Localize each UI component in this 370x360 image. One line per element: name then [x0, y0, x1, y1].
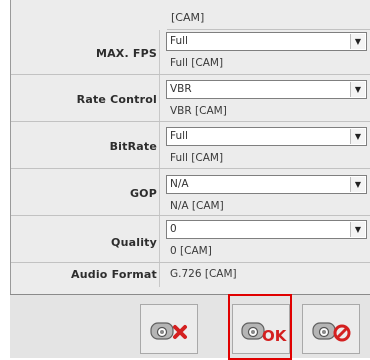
- gop-selected: N/A: [170, 178, 189, 190]
- bitrate-selected: Full: [170, 130, 188, 142]
- row-quality: Quality 0 ▼ 0 [CAM]: [11, 216, 370, 263]
- rate-control-label: Rate Control: [76, 93, 157, 106]
- camera-stop-icon: [312, 322, 351, 342]
- camera-delete-icon: [150, 322, 187, 340]
- ok-button-highlight: [228, 294, 292, 360]
- cancel-button[interactable]: [140, 304, 198, 354]
- gop-select[interactable]: N/A ▼: [166, 175, 367, 194]
- row-separator: [159, 169, 160, 215]
- row-separator: [159, 30, 160, 74]
- audio-format-label: Audio Format: [71, 268, 157, 281]
- chevron-down-icon[interactable]: ▼: [350, 177, 365, 192]
- gop-cam-value: N/A [CAM]: [170, 200, 224, 212]
- chevron-down-icon[interactable]: ▼: [350, 34, 365, 49]
- max-fps-select[interactable]: Full ▼: [166, 32, 367, 51]
- row-max-fps: MAX. FPS Full ▼ Full [CAM]: [11, 30, 370, 75]
- chevron-down-icon[interactable]: ▼: [350, 222, 365, 237]
- gop-label: GOP: [129, 187, 157, 200]
- rate-control-selected: VBR: [170, 83, 192, 95]
- quality-cam-value: 0 [CAM]: [170, 245, 212, 257]
- row-audio-format: Audio Format G.726 [CAM]: [11, 263, 370, 287]
- row-rate-control: Rate Control VBR ▼ VBR [CAM]: [11, 75, 370, 122]
- row-separator: [159, 75, 160, 121]
- bitrate-cam-value: Full [CAM]: [170, 152, 224, 164]
- row-gop: GOP N/A ▼ N/A [CAM]: [11, 169, 370, 216]
- audio-format-value: G.726 [CAM]: [170, 268, 237, 280]
- row-separator: [159, 216, 160, 262]
- chevron-down-icon[interactable]: ▼: [350, 129, 365, 144]
- quality-selected: 0: [170, 223, 177, 235]
- cam-value-top: [CAM]: [167, 0, 370, 30]
- row-separator: [159, 263, 160, 287]
- row-bitrate: BitRate Full ▼ Full [CAM]: [11, 122, 370, 169]
- max-fps-selected: Full: [170, 35, 188, 47]
- stop-button[interactable]: [302, 304, 360, 354]
- bitrate-select[interactable]: Full ▼: [166, 127, 367, 146]
- button-bar: OK: [10, 294, 370, 360]
- chevron-down-icon[interactable]: ▼: [350, 82, 365, 97]
- rate-control-select[interactable]: VBR ▼: [166, 80, 367, 99]
- quality-select[interactable]: 0 ▼: [166, 220, 367, 239]
- max-fps-label: MAX. FPS: [95, 47, 157, 60]
- quality-label: Quality: [111, 236, 157, 249]
- bitrate-label: BitRate: [109, 140, 157, 153]
- max-fps-cam-value: Full [CAM]: [170, 57, 224, 69]
- row-separator: [159, 122, 160, 168]
- rate-control-cam-value: VBR [CAM]: [170, 105, 227, 117]
- camera-settings-panel: [CAM] MAX. FPS Full ▼ Full [CAM] Rate Co…: [10, 0, 370, 294]
